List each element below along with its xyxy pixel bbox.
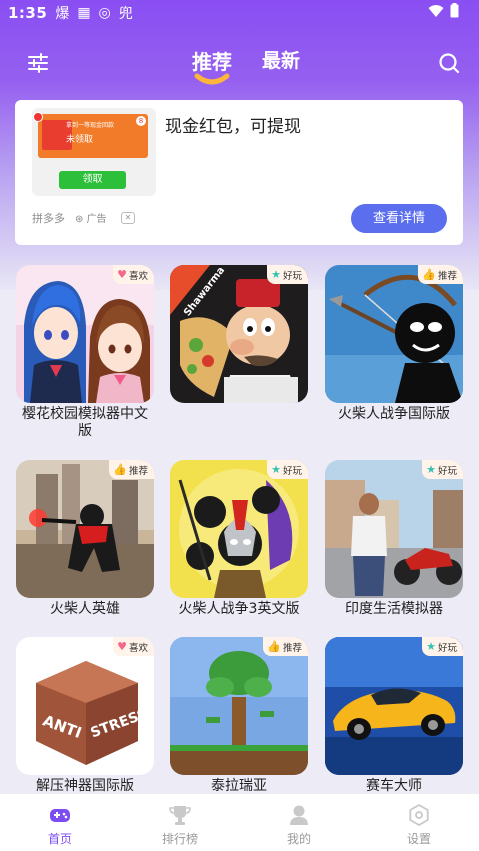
- bottom-nav: 首页 排行榜 我的 设置: [0, 793, 479, 851]
- thumbs-up-icon: 👍: [422, 268, 436, 281]
- game-thumbnail: [325, 637, 463, 775]
- game-card-racing-master[interactable]: ★ 好玩 赛车大师: [325, 637, 463, 807]
- star-icon: ★: [271, 268, 281, 281]
- game-tag-label: 喜欢: [128, 270, 148, 282]
- game-tag-label: 好玩: [282, 270, 302, 282]
- game-tag: ♥ 喜欢: [113, 265, 154, 284]
- pinduoduo-logo-icon: [33, 112, 43, 122]
- game-tag: 👍 推荐: [263, 637, 308, 656]
- game-tag: ★ 好玩: [267, 460, 308, 479]
- nav-mine[interactable]: 我的: [269, 804, 329, 847]
- view-details-button[interactable]: 查看详情: [351, 204, 447, 233]
- game-card-antistress[interactable]: ANTI STRESS ♥ 喜欢 解压神器国际版: [16, 637, 154, 807]
- game-name: 火柴人英雄: [50, 601, 120, 617]
- settings-icon: [409, 804, 429, 826]
- red-packet-line1: 拿到一等现金回款: [66, 122, 115, 129]
- claim-button: 领取: [59, 171, 126, 189]
- game-thumbnail: [16, 265, 154, 403]
- game-card-stickman-hero[interactable]: 👍 推荐 火柴人英雄: [16, 460, 154, 630]
- tab-active-indicator: [194, 73, 230, 85]
- star-icon: ★: [426, 463, 436, 476]
- red-packet-badge: 8: [136, 116, 146, 126]
- red-packet-card: 拿到一等现金回款 未领取 8: [38, 114, 148, 158]
- nav-settings[interactable]: 设置: [389, 804, 449, 847]
- ad-source: 拼多多: [32, 212, 65, 225]
- ad-close-button[interactable]: ✕: [121, 212, 135, 224]
- gamepad-icon: [50, 809, 70, 822]
- trophy-icon: [169, 806, 191, 825]
- search-icon: [439, 53, 460, 74]
- ad-thumbnail: 拿到一等现金回款 未领取 8 领取: [32, 108, 156, 196]
- game-thumbnail: [325, 265, 463, 403]
- game-tag: ♥ 喜欢: [113, 637, 154, 656]
- red-packet-line2: 未领取: [66, 135, 94, 145]
- game-tag-label: 推荐: [128, 465, 148, 477]
- status-bar: 1:35 爆 ▦ ◎ 兜: [0, 0, 479, 26]
- game-card-stickwar3[interactable]: ★ 好玩 火柴人战争3英文版: [170, 460, 308, 630]
- battery-icon: [450, 3, 459, 18]
- status-time: 1:35: [8, 4, 48, 22]
- sliders-icon: [28, 53, 48, 73]
- filter-button[interactable]: [25, 50, 51, 76]
- star-icon: ★: [426, 640, 436, 653]
- tab-latest[interactable]: 最新: [262, 46, 300, 73]
- status-right: [428, 3, 459, 18]
- nav-settings-label: 设置: [406, 832, 431, 846]
- tab-recommended[interactable]: 推荐: [192, 46, 232, 75]
- game-name: 火柴人战争国际版: [338, 406, 450, 422]
- game-card-sakura[interactable]: ♥ 喜欢 樱花校园模拟器中文版: [16, 265, 154, 439]
- star-icon: ★: [271, 463, 281, 476]
- game-tag: 👍 推荐: [109, 460, 154, 479]
- search-button[interactable]: [436, 50, 462, 76]
- game-name: 火柴人战争3英文版: [178, 601, 300, 617]
- game-card-stickwar[interactable]: 👍 推荐 火柴人战争国际版: [325, 265, 463, 435]
- ad-label-text: 广告: [86, 214, 107, 225]
- nav-ranking-label: 排行榜: [161, 832, 198, 846]
- game-tag-label: 推荐: [437, 270, 457, 282]
- game-tag-label: 好玩: [437, 465, 457, 477]
- game-thumbnail: [325, 460, 463, 598]
- top-header: 推荐 最新: [0, 40, 479, 86]
- ad-banner[interactable]: 拿到一等现金回款 未领取 8 领取 现金红包，可提现 拼多多 ⊛ 广告 ✕ 查看…: [15, 100, 463, 245]
- status-sync-icon: ◎: [98, 5, 111, 21]
- game-thumbnail: ANTI STRESS: [16, 637, 154, 775]
- thumbs-up-icon: 👍: [267, 640, 281, 653]
- heart-icon: ♥: [117, 640, 127, 653]
- game-tag: ★ 好玩: [422, 460, 463, 479]
- game-thumbnail: Shawarma: [170, 265, 308, 403]
- ad-label: ⊛ 广告: [75, 214, 107, 225]
- game-thumbnail: [170, 637, 308, 775]
- ad-title: 现金红包，可提现: [165, 117, 301, 137]
- game-tag: 👍 推荐: [418, 265, 463, 284]
- nav-home-label: 首页: [47, 832, 72, 846]
- status-app-icon: 兜: [118, 6, 133, 22]
- game-thumbnail: [16, 460, 154, 598]
- thumbs-up-icon: 👍: [113, 463, 127, 476]
- game-card-india-life[interactable]: ★ 好玩 印度生活模拟器: [325, 460, 463, 630]
- game-tag-label: 好玩: [437, 642, 457, 654]
- game-tag-label: 推荐: [282, 642, 302, 654]
- game-tag: ★ 好玩: [422, 637, 463, 656]
- game-tag: ★ 好玩: [267, 265, 308, 284]
- nav-ranking[interactable]: 排行榜: [150, 804, 210, 847]
- nav-home[interactable]: 首页: [30, 804, 90, 847]
- game-card-terraria[interactable]: 👍 推荐 泰拉瑞亚: [170, 637, 308, 807]
- user-icon: [290, 805, 308, 825]
- game-tag-label: 喜欢: [128, 642, 148, 654]
- status-notification-icon: 爆: [55, 6, 70, 22]
- game-tag-label: 好玩: [282, 465, 302, 477]
- game-name: 樱花校园模拟器中文版: [22, 406, 148, 439]
- nav-mine-label: 我的: [286, 832, 311, 846]
- wifi-icon: [428, 4, 444, 17]
- status-grid-icon: ▦: [77, 5, 91, 21]
- game-thumbnail: [170, 460, 308, 598]
- game-name: 印度生活模拟器: [345, 601, 443, 617]
- game-card-shawarma[interactable]: Shawarma ★ 好玩: [170, 265, 308, 435]
- heart-icon: ♥: [117, 268, 127, 281]
